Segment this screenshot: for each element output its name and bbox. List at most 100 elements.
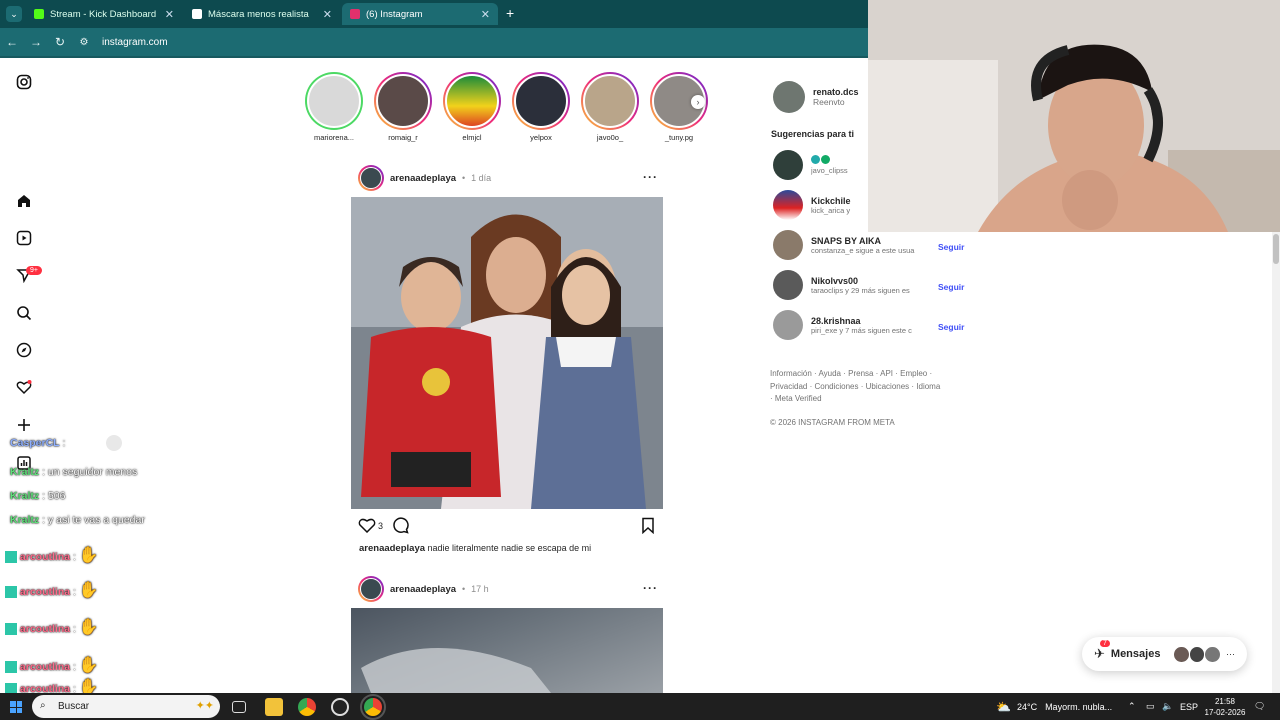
like-icon[interactable] bbox=[358, 517, 376, 536]
post-time: 17 h bbox=[471, 584, 489, 594]
more-options-icon[interactable]: ··· bbox=[643, 170, 658, 184]
network-icon[interactable]: ▭ bbox=[1146, 693, 1155, 720]
story-item[interactable]: yelpox bbox=[509, 72, 573, 142]
suggestion-name[interactable]: Nikolvvs00 bbox=[811, 276, 931, 286]
create-icon[interactable] bbox=[14, 415, 34, 435]
messages-count-badge: 7 bbox=[1100, 640, 1110, 647]
tab-instagram[interactable]: (6) Instagram ✕ bbox=[342, 3, 498, 25]
volume-icon[interactable]: 🔈 bbox=[1162, 693, 1173, 720]
scrollbar[interactable] bbox=[1272, 232, 1280, 693]
more-options-icon[interactable]: ··· bbox=[643, 581, 658, 595]
tray-chevron-icon[interactable]: ⌃ bbox=[1128, 693, 1136, 720]
new-tab-icon[interactable]: + bbox=[506, 5, 514, 21]
chat-emote-icon bbox=[106, 435, 123, 451]
suggestion-item[interactable]: Nikolvvs00 taraoclips y 29 más siguen es bbox=[773, 270, 931, 300]
taskbar: ⌕ Buscar ✦✦ ⛅ 24°C Mayorm. nubla... ⌃ ▭ … bbox=[0, 693, 1280, 720]
story-item[interactable]: javo0o_ bbox=[578, 72, 642, 142]
chat-message: arcoutlina : ✋ bbox=[5, 545, 99, 565]
story-username: elmjcl bbox=[462, 133, 482, 142]
scrollbar-thumb[interactable] bbox=[1273, 234, 1279, 264]
story-item[interactable]: elmjcl bbox=[440, 72, 504, 142]
suggestion-avatar[interactable] bbox=[773, 150, 803, 180]
story-avatar bbox=[307, 74, 361, 128]
chrome-icon[interactable] bbox=[298, 698, 316, 716]
suggestion-avatar[interactable] bbox=[773, 230, 803, 260]
post-username[interactable]: arenaadeplaya bbox=[390, 584, 456, 595]
search-icon[interactable] bbox=[14, 303, 34, 323]
tab-title: Stream - Kick Dashboard bbox=[50, 8, 157, 20]
tab-kick-dashboard[interactable]: Stream - Kick Dashboard ✕ bbox=[26, 3, 182, 25]
chrome-profile-icon[interactable] bbox=[360, 694, 386, 720]
avatar bbox=[1189, 646, 1205, 662]
explore-icon[interactable] bbox=[14, 340, 34, 360]
forward-icon[interactable]: → bbox=[24, 35, 48, 49]
post-header: arenaadeplaya • 1 día bbox=[358, 165, 491, 191]
windows-start-icon[interactable] bbox=[10, 701, 22, 713]
suggestion-item[interactable]: 28.krishnaa piri_exe y 7 más siguen este … bbox=[773, 310, 931, 340]
suggestion-name[interactable]: SNAPS BY AIKA bbox=[811, 236, 931, 246]
suggestion-avatar[interactable] bbox=[773, 270, 803, 300]
chat-emote-icon: ✋ bbox=[78, 547, 99, 564]
notifications-center-icon[interactable]: 🗨 bbox=[1254, 693, 1265, 720]
task-view-icon[interactable] bbox=[232, 701, 246, 713]
divider bbox=[0, 56, 868, 58]
story-username: yelpox bbox=[530, 133, 552, 142]
comment-icon[interactable] bbox=[392, 517, 409, 537]
post-username[interactable]: arenaadeplaya bbox=[390, 173, 456, 184]
footer-links[interactable]: Información · Ayuda · Prensa · API · Emp… bbox=[770, 368, 945, 406]
post-avatar[interactable] bbox=[358, 576, 384, 602]
webcam-overlay bbox=[868, 0, 1280, 232]
suggestion-name[interactable]: 28.krishnaa bbox=[811, 316, 931, 326]
clock[interactable]: 21:58 17-02-2026 bbox=[1202, 693, 1248, 720]
obs-icon[interactable] bbox=[331, 698, 349, 716]
caption-username[interactable]: arenaadeplaya bbox=[359, 543, 425, 554]
messages-label: Mensajes bbox=[1110, 648, 1161, 660]
chat-badge-icon bbox=[5, 586, 17, 599]
address-bar: ← → ↻ ⚙ instagram.com bbox=[0, 28, 868, 56]
chat-badge-icon bbox=[5, 623, 17, 636]
suggestion-avatar[interactable] bbox=[773, 310, 803, 340]
post-image[interactable] bbox=[351, 197, 663, 509]
instagram-logo-icon[interactable] bbox=[14, 72, 34, 92]
weather-icon: ⛅ bbox=[996, 699, 1011, 714]
footer-copyright: © 2026 INSTAGRAM FROM META bbox=[770, 418, 895, 427]
story-username: javo0o_ bbox=[596, 133, 624, 142]
file-explorer-icon[interactable] bbox=[265, 698, 283, 716]
chat-badge-icon bbox=[5, 551, 17, 564]
url-field[interactable]: instagram.com bbox=[102, 37, 168, 48]
post-avatar[interactable] bbox=[358, 165, 384, 191]
follow-button[interactable]: Seguir bbox=[938, 242, 964, 252]
story-item[interactable]: mariorena... bbox=[302, 72, 366, 142]
follow-button[interactable]: Seguir bbox=[938, 322, 964, 332]
reels-icon[interactable] bbox=[14, 228, 34, 248]
post-photo-figures bbox=[351, 197, 663, 509]
reload-icon[interactable]: ↻ bbox=[48, 35, 72, 49]
story-item[interactable]: romaig_r bbox=[371, 72, 435, 142]
stories-next-icon[interactable]: › bbox=[691, 95, 705, 109]
follow-button[interactable]: Seguir bbox=[938, 282, 964, 292]
home-icon[interactable] bbox=[14, 191, 34, 211]
tab-title: Máscara menos realista bbox=[208, 8, 309, 20]
notifications-icon[interactable] bbox=[14, 377, 34, 397]
like-count: 3 bbox=[378, 521, 384, 531]
taskbar-search[interactable]: ⌕ Buscar ✦✦ bbox=[32, 695, 220, 718]
clock-date: 17-02-2026 bbox=[1204, 707, 1246, 717]
messages-button[interactable]: ✈ 7 Mensajes ··· bbox=[1082, 637, 1247, 671]
site-info-icon[interactable]: ⚙ bbox=[72, 37, 96, 48]
close-tab-icon[interactable]: ✕ bbox=[481, 8, 490, 21]
back-icon[interactable]: ← bbox=[0, 35, 24, 49]
weather-widget[interactable]: ⛅ 24°C Mayorm. nubla... bbox=[996, 693, 1112, 720]
profile-avatar[interactable] bbox=[773, 81, 805, 113]
close-tab-icon[interactable]: ✕ bbox=[323, 8, 332, 21]
tab-mascara[interactable]: Máscara menos realista ✕ bbox=[184, 3, 340, 25]
tab-search-icon[interactable]: ⌄ bbox=[6, 6, 22, 22]
post-image[interactable] bbox=[351, 608, 663, 693]
close-tab-icon[interactable]: ✕ bbox=[165, 8, 174, 21]
chat-message: Kraltz : y asi te vas a quedar bbox=[10, 514, 145, 526]
story-username: romaig_r bbox=[388, 133, 418, 142]
messenger-icon: ✈ 7 bbox=[1094, 640, 1110, 662]
suggestion-item[interactable]: SNAPS BY AIKA constanza_e sigue a este us… bbox=[773, 230, 931, 260]
language-indicator[interactable]: ESP bbox=[1180, 693, 1198, 720]
suggestion-avatar[interactable] bbox=[773, 190, 803, 220]
save-icon[interactable] bbox=[641, 517, 655, 537]
